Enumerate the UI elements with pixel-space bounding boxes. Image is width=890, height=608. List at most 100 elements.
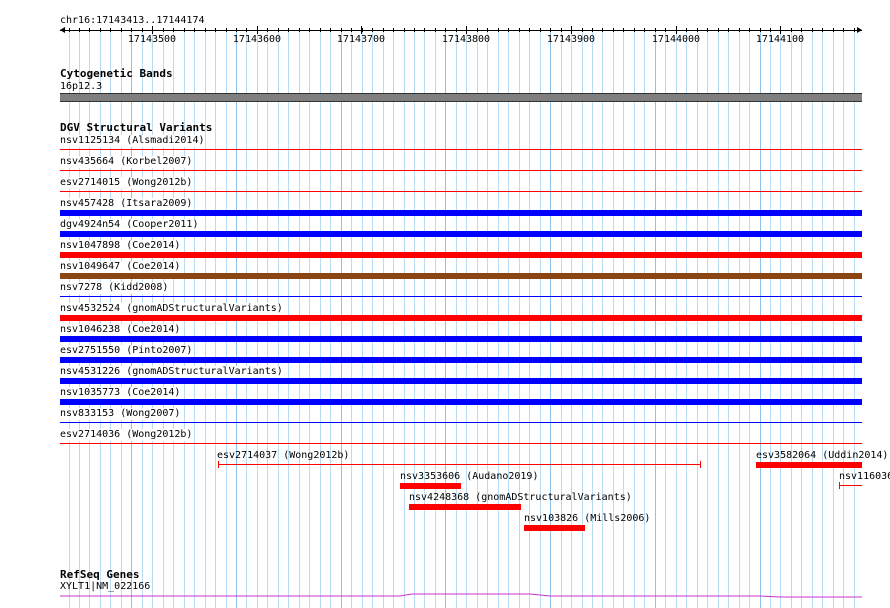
dgv-feature-label: nsv1049647 (Coe2014) xyxy=(60,261,181,273)
refseq-track-title[interactable]: RefSeq Genes xyxy=(60,569,139,581)
dgv-feature-bar[interactable] xyxy=(60,252,862,258)
ruler-tick-label: 17143500 xyxy=(127,34,177,45)
dgv-track-title[interactable]: DGV Structural Variants xyxy=(60,122,212,134)
ruler-minor-tick xyxy=(833,28,834,32)
ruler-minor-tick xyxy=(592,28,593,32)
ruler-minor-tick xyxy=(550,28,551,32)
ruler-tick-label: 17143600 xyxy=(232,34,282,45)
ruler-minor-tick xyxy=(320,28,321,32)
dgv-feature-label: esv3582064 (Uddin2014) xyxy=(756,450,889,461)
dgv-feature-bar[interactable] xyxy=(60,336,862,342)
ruler-minor-tick xyxy=(634,28,635,32)
ruler-minor-tick xyxy=(529,28,530,32)
ruler-position-label: chr16:17143413..17144174 xyxy=(60,15,205,27)
dgv-feature-bar[interactable] xyxy=(60,170,862,171)
dgv-feature-end-icon xyxy=(839,482,840,489)
ruler-minor-tick xyxy=(801,28,802,32)
ruler-minor-tick xyxy=(780,28,781,32)
ruler-minor-tick xyxy=(571,28,572,32)
dgv-feature-label: nsv4248368 (gnomADStructuralVariants) xyxy=(409,492,632,503)
ruler-minor-tick xyxy=(215,28,216,32)
ruler-minor-tick xyxy=(623,28,624,32)
ruler-right-arrow-icon xyxy=(857,27,862,33)
ruler-minor-tick xyxy=(424,28,425,32)
dgv-feature-bar[interactable] xyxy=(60,315,862,321)
ruler-minor-tick xyxy=(341,28,342,32)
ruler-minor-tick xyxy=(121,28,122,32)
dgv-feature-label: dgv4924n54 (Cooper2011) xyxy=(60,219,199,231)
dgv-feature-label: nsv3353606 (Audano2019) xyxy=(400,471,539,482)
dgv-feature-bar[interactable] xyxy=(60,231,862,237)
ruler-minor-tick xyxy=(257,28,258,32)
dgv-feature-bar[interactable] xyxy=(60,273,862,279)
ruler-minor-tick xyxy=(404,28,405,32)
dgv-feature-label: nsv103826 (Mills2006) xyxy=(524,513,651,524)
dgv-feature-bar[interactable] xyxy=(60,149,862,150)
ruler-minor-tick xyxy=(843,28,844,32)
ruler-minor-tick xyxy=(372,28,373,32)
ruler-minor-tick xyxy=(435,28,436,32)
ruler-minor-tick xyxy=(110,28,111,32)
dgv-feature-bar[interactable] xyxy=(60,422,862,423)
ruler-tick-label: 17144000 xyxy=(651,34,701,45)
ruler-minor-tick xyxy=(288,28,289,32)
dgv-feature-bar[interactable] xyxy=(839,485,862,486)
ruler-tick-label: 17143700 xyxy=(336,34,386,45)
ruler-minor-tick xyxy=(791,28,792,32)
dgv-feature-bar[interactable] xyxy=(60,357,862,363)
ruler-minor-tick xyxy=(131,28,132,32)
dgv-feature-bar[interactable] xyxy=(60,210,862,216)
ruler-minor-tick xyxy=(477,28,478,32)
ruler-minor-tick xyxy=(718,28,719,32)
dgv-feature-label: nsv457428 (Itsara2009) xyxy=(60,198,193,210)
ruler-minor-tick xyxy=(79,28,80,32)
ruler-minor-tick xyxy=(278,28,279,32)
dgv-feature-bar[interactable] xyxy=(60,378,862,384)
ruler-minor-tick xyxy=(613,28,614,32)
ruler-minor-tick xyxy=(152,28,153,32)
dgv-feature-label: nsv435664 (Korbel2007) xyxy=(60,156,193,168)
ruler-left-arrow-icon xyxy=(60,27,65,33)
ruler-tick-label: 17143900 xyxy=(546,34,596,45)
ruler-minor-tick xyxy=(194,28,195,32)
dgv-feature-bar[interactable] xyxy=(60,399,862,405)
dgv-feature-bar[interactable] xyxy=(60,443,862,444)
refseq-gene-model[interactable] xyxy=(60,590,862,608)
ruler-minor-tick xyxy=(770,28,771,32)
ruler-minor-tick xyxy=(142,28,143,32)
ruler-minor-tick xyxy=(822,28,823,32)
dgv-feature-bar[interactable] xyxy=(218,464,701,465)
ruler-minor-tick xyxy=(456,28,457,32)
dgv-feature-bar[interactable] xyxy=(524,525,585,531)
dgv-feature-bar[interactable] xyxy=(60,296,862,297)
dgv-feature-bar[interactable] xyxy=(60,191,862,192)
ruler-minor-tick xyxy=(508,28,509,32)
ruler-minor-tick xyxy=(236,28,237,32)
dgv-feature-label: nsv1047898 (Coe2014) xyxy=(60,240,181,252)
dgv-feature-bar[interactable] xyxy=(400,483,461,489)
ruler-minor-tick xyxy=(561,28,562,32)
ruler-minor-tick xyxy=(739,28,740,32)
ruler-minor-tick xyxy=(89,28,90,32)
ruler-minor-tick xyxy=(267,28,268,32)
ruler-minor-tick xyxy=(205,28,206,32)
cytoband-bar[interactable] xyxy=(60,93,862,102)
dgv-feature-label: nsv7278 (Kidd2008) xyxy=(60,282,169,294)
dgv-feature-label: esv2714037 (Wong2012b) xyxy=(217,450,350,461)
ruler-minor-tick xyxy=(173,28,174,32)
ruler-minor-tick xyxy=(246,28,247,32)
dgv-feature-label: nsv833153 (Wong2007) xyxy=(60,408,181,420)
ruler-minor-tick xyxy=(519,28,520,32)
dgv-feature-bar[interactable] xyxy=(409,504,521,510)
dgv-feature-label: nsv116036 xyxy=(839,471,890,482)
dgv-feature-bar[interactable] xyxy=(756,462,862,468)
ruler-minor-tick xyxy=(414,28,415,32)
ruler-axis[interactable] xyxy=(60,30,862,32)
ruler-minor-tick xyxy=(665,28,666,32)
ruler-minor-tick xyxy=(330,28,331,32)
ruler-minor-tick xyxy=(69,28,70,32)
ruler-minor-tick xyxy=(487,28,488,32)
ruler-minor-tick xyxy=(644,28,645,32)
ruler-minor-tick xyxy=(676,28,677,32)
cytoband-track-title[interactable]: Cytogenetic Bands xyxy=(60,68,173,80)
